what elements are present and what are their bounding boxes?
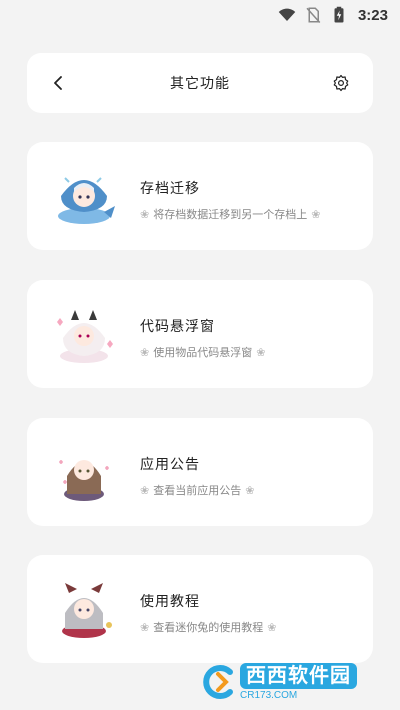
flower-icon: ❀	[311, 207, 321, 221]
flower-icon: ❀	[140, 483, 150, 497]
back-button[interactable]	[47, 71, 71, 95]
flower-icon: ❀	[256, 345, 266, 359]
card-description: ❀ 使用物品代码悬浮窗 ❀	[140, 344, 265, 360]
card-title: 使用教程	[140, 594, 200, 610]
flower-icon: ❀	[267, 620, 277, 634]
settings-button[interactable]	[329, 71, 353, 95]
card-title: 存档迁移	[140, 181, 200, 197]
brown-hair-girl-avatar	[59, 460, 109, 501]
shark-girl-avatar	[58, 177, 115, 224]
wifi-icon	[278, 8, 296, 21]
card-app-announcement[interactable]: 应用公告 ❀ 查看当前应用公告 ❀	[27, 418, 373, 526]
watermark-brand: 西西软件园 CR173.COM	[240, 663, 357, 701]
watermark-logo-icon	[203, 665, 233, 699]
no-sim-icon	[306, 7, 321, 24]
flower-icon: ❀	[245, 483, 255, 497]
card-description: ❀ 将存档数据迁移到另一个存档上 ❀	[140, 206, 320, 222]
cat-girl-avatar	[57, 310, 113, 363]
card-code-floating-window[interactable]: 代码悬浮窗 ❀ 使用物品代码悬浮窗 ❀	[27, 280, 373, 388]
card-save-migration[interactable]: 存档迁移 ❀ 将存档数据迁移到另一个存档上 ❀	[27, 142, 373, 250]
flower-icon: ❀	[140, 345, 150, 359]
battery-charging-icon	[334, 6, 344, 23]
chevron-left-icon	[54, 76, 62, 90]
card-description: ❀ 查看当前应用公告 ❀	[140, 482, 254, 498]
gear-icon	[333, 74, 349, 92]
card-desc-text: 将存档数据迁移到另一个存档上	[153, 208, 308, 221]
gray-hair-girl-avatar	[62, 583, 112, 638]
status-time: 3:23	[357, 6, 388, 24]
page-title: 其它功能	[170, 76, 230, 92]
header-bar: 其它功能	[27, 53, 373, 113]
card-desc-text: 查看迷你兔的使用教程	[153, 621, 264, 634]
watermark-text: 西西软件园	[240, 663, 357, 689]
flower-icon: ❀	[140, 207, 150, 221]
card-tutorial[interactable]: 使用教程 ❀ 查看迷你兔的使用教程 ❀	[27, 555, 373, 663]
watermark-subtext: CR173.COM	[240, 690, 298, 701]
flower-icon: ❀	[140, 620, 150, 634]
watermark: 西西软件园 CR173.COM	[200, 662, 390, 702]
card-description: ❀ 查看迷你兔的使用教程 ❀	[140, 619, 276, 635]
card-title: 代码悬浮窗	[140, 319, 215, 335]
card-desc-text: 查看当前应用公告	[153, 484, 242, 497]
card-desc-text: 使用物品代码悬浮窗	[153, 346, 253, 359]
card-title: 应用公告	[140, 457, 200, 473]
status-bar: 3:23	[0, 0, 400, 30]
